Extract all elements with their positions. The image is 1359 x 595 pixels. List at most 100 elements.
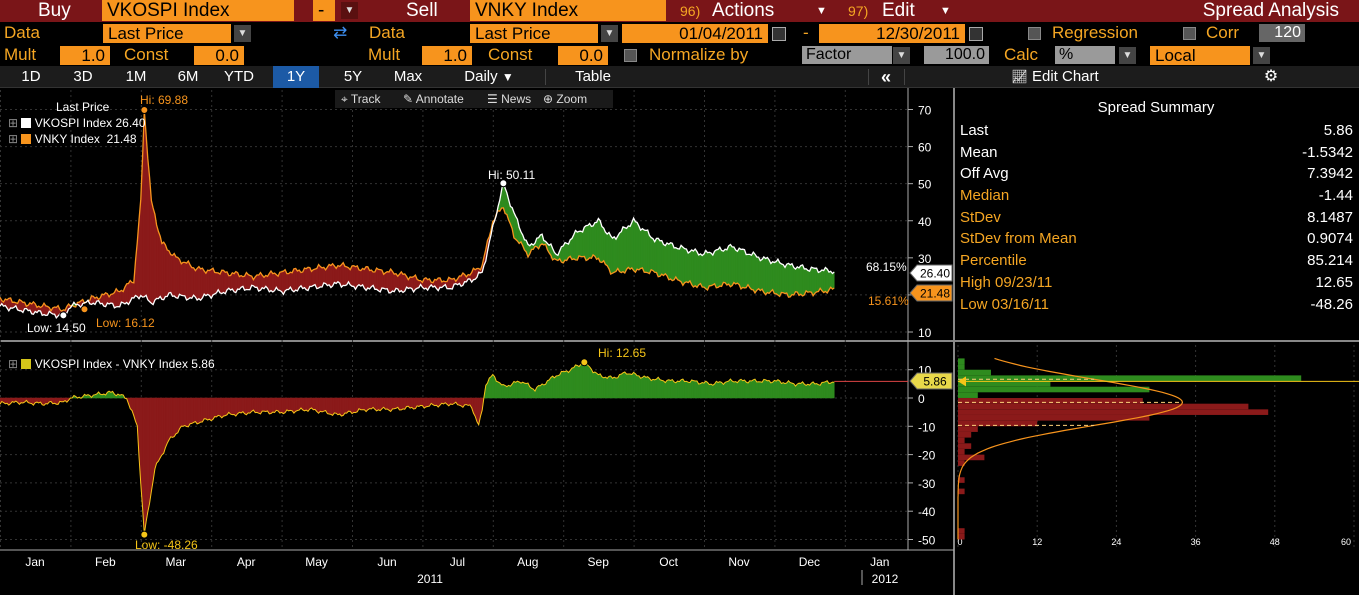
normalize-checkbox[interactable] [624, 49, 637, 62]
actions-chevron-icon[interactable]: ▼ [816, 0, 827, 22]
legend-row-vkospi[interactable]: ⊞ VKOSPI Index 26.40 [8, 115, 146, 131]
corr-checkbox[interactable] [1183, 27, 1196, 40]
corr-window-field[interactable]: 120 [1259, 24, 1305, 42]
hist-bar [958, 364, 965, 370]
sell-mult-label: Mult [368, 45, 401, 64]
sell-data-dropdown-icon[interactable]: ▼ [601, 25, 618, 42]
collapse-panel-button[interactable]: « [870, 66, 902, 88]
summary-row: StDev 8.1487 [957, 207, 1355, 229]
end-date-field[interactable]: 12/30/2011 [819, 24, 965, 43]
summary-row: StDev from Mean 0.9074 [957, 228, 1355, 250]
hist-bar [958, 488, 965, 495]
actions-menu[interactable]: Actions [712, 0, 774, 22]
summary-row: Low 03/16/11 -48.26 [957, 294, 1355, 316]
track-button[interactable]: ⌖ Track [341, 90, 380, 108]
period-tab-1d[interactable]: 1D [8, 66, 54, 88]
hist-tick-label: 36 [1191, 537, 1201, 547]
legend-vkospi-label: VKOSPI Index [34, 116, 113, 130]
summary-value: 85.214 [1307, 252, 1353, 270]
spread-tick-label: -20 [918, 449, 936, 463]
price-legend: Last Price ⊞ VKOSPI Index 26.40 ⊞ VNKY I… [8, 99, 146, 147]
month-tick-label: Jun [377, 555, 396, 569]
period-tab-1m[interactable]: 1M [113, 66, 159, 88]
edit-chart-button[interactable]: 📈︎ Edit Chart [980, 66, 1130, 88]
histogram: 0 12 24 36 48 60 [957, 345, 1359, 550]
normalize-method-field[interactable]: Factor [802, 46, 892, 64]
start-date-field[interactable]: 01/04/2011 [622, 24, 768, 43]
month-tick-label: Jan [25, 555, 44, 569]
price-tick-label: 30 [918, 252, 932, 266]
sell-const-field[interactable]: 0.0 [558, 46, 608, 65]
zoom-label: Zoom [556, 92, 588, 106]
period-tab-6m[interactable]: 6M [165, 66, 211, 88]
month-tick-label: Jan [870, 555, 889, 569]
chart-toolbar: ⌖ Track ✎ Annotate ☰ News ⊕ Zoom [335, 90, 613, 108]
summary-value: 8.1487 [1307, 208, 1353, 226]
news-label: News [501, 92, 532, 106]
hist-bar [958, 528, 965, 534]
buy-const-field[interactable]: 0.0 [194, 46, 244, 65]
hist-bar [958, 375, 1302, 381]
table-button[interactable]: Table [548, 66, 638, 88]
edit-chevron-icon[interactable]: ▼ [940, 0, 951, 22]
buy-data-field[interactable]: Last Price [103, 24, 231, 43]
edit-menu[interactable]: Edit [882, 0, 915, 22]
news-icon: ☰ [487, 92, 498, 106]
spread-tick-label: -30 [918, 477, 936, 491]
buy-data-dropdown-icon[interactable]: ▼ [234, 25, 251, 42]
legend-spread-value: 5.86 [191, 357, 215, 371]
operator-dropdown-icon[interactable]: ▼ [341, 2, 358, 19]
settings-gear-icon[interactable]: ⚙ [1258, 66, 1284, 88]
period-tab-3d[interactable]: 3D [60, 66, 106, 88]
sell-ticker-field[interactable]: VNKY Index [470, 0, 666, 21]
period-tab-max[interactable]: Max [385, 66, 431, 88]
news-button[interactable]: ☰ News [487, 90, 531, 108]
pencil-icon: ✎ [403, 92, 414, 106]
normalize-factor-field[interactable]: 100.0 [924, 46, 989, 64]
month-tick-label: Apr [237, 555, 256, 569]
zoom-button[interactable]: ⊕ Zoom [543, 90, 587, 108]
annotate-label: Annotate [415, 92, 464, 106]
swap-icon[interactable]: ⇄ [333, 22, 347, 44]
normalize-dropdown-icon[interactable]: ▼ [893, 47, 910, 64]
summary-value: -1.44 [1318, 187, 1353, 205]
buy-ticker-field[interactable]: VKOSPI Index [102, 0, 294, 21]
period-tab-1y[interactable]: 1Y [273, 66, 319, 88]
hist-bar [958, 386, 1150, 393]
page-title: Spread Analysis [1202, 0, 1339, 21]
currency-dropdown-icon[interactable]: ▼ [1253, 47, 1270, 64]
frequency-dropdown[interactable]: Daily ▼ [443, 66, 535, 88]
month-tick-label: Sep [588, 555, 610, 569]
price-tick-label: 60 [918, 141, 932, 155]
vnky-low-label: Low: 16.12 [96, 316, 155, 330]
end-calendar-icon[interactable] [969, 27, 983, 41]
calc-dropdown-icon[interactable]: ▼ [1119, 47, 1136, 64]
calc-field[interactable]: % [1055, 46, 1115, 64]
sell-label: Sell [406, 0, 438, 21]
legend-row-vnky[interactable]: ⊞ VNKY Index 21.48 [8, 131, 138, 147]
parameters-row: Mult 1.0 Const 0.0 Mult 1.0 Const 0.0 No… [0, 44, 1359, 66]
sell-mult-field[interactable]: 1.0 [422, 46, 472, 65]
hist-bar [958, 420, 1038, 427]
hist-tick-label: 60 [1341, 537, 1351, 547]
regression-checkbox[interactable] [1028, 27, 1041, 40]
start-calendar-icon[interactable] [772, 27, 786, 41]
hist-bar [958, 426, 978, 432]
buy-mult-field[interactable]: 1.0 [60, 46, 110, 65]
vkospi-high-label: Hi: 50.11 [488, 168, 535, 182]
summary-key: StDev [960, 208, 1001, 226]
period-tab-5y[interactable]: 5Y [330, 66, 376, 88]
spread-legend[interactable]: ⊞ VKOSPI Index - VNKY Index 5.86 [8, 356, 215, 372]
summary-value: 0.9074 [1307, 230, 1353, 248]
currency-field[interactable]: Local [1150, 46, 1250, 65]
spread-operator-field[interactable]: - [313, 0, 335, 21]
sell-data-field[interactable]: Last Price [470, 24, 598, 43]
data-label: Data [4, 23, 40, 42]
period-tab-ytd[interactable]: YTD [216, 66, 262, 88]
summary-key: Mean [960, 143, 998, 161]
summary-key: Median [960, 187, 1010, 205]
summary-row: Last 5.86 [957, 120, 1355, 142]
annotate-button[interactable]: ✎ Annotate [403, 90, 464, 108]
hist-bar [958, 392, 978, 398]
mult-label: Mult [4, 45, 37, 64]
